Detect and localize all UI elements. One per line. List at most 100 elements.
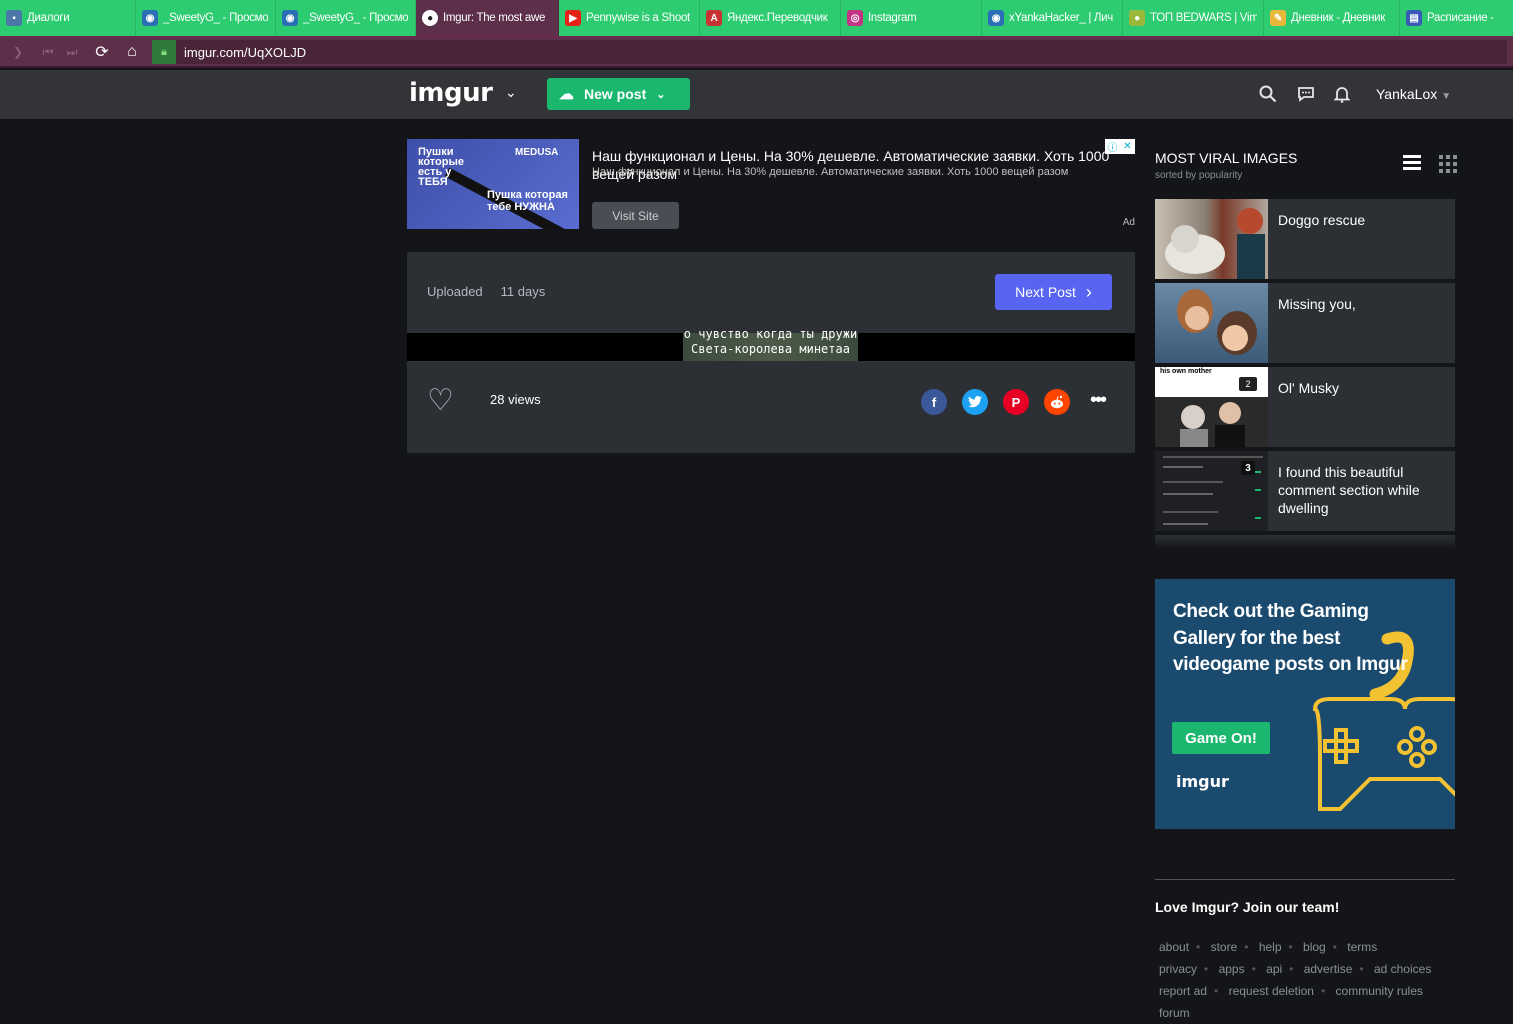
facebook-icon[interactable]: f (921, 389, 947, 415)
next-post-button[interactable]: Next Post › (995, 274, 1112, 310)
heart-icon[interactable]: ♡ (427, 383, 454, 418)
tab-diary[interactable]: ✎ Дневник - Дневник (1264, 0, 1400, 36)
post-image-area: о чувство когда ты дружи Света-королева … (407, 327, 1135, 361)
reload-icon[interactable]: ⟳ (90, 40, 114, 64)
youtube-icon: ▶ (565, 10, 581, 26)
footer-links-row: report ad • request deletion • community r… (1159, 984, 1423, 998)
image-caption: о чувство когда ты дружи (683, 327, 858, 341)
tab-imgur[interactable]: ● Imgur: The most awe (416, 0, 559, 36)
uploaded-value: 11 days (500, 284, 546, 299)
cloud-upload-icon: ☁ (559, 86, 574, 103)
footer-link-help[interactable]: help (1259, 940, 1282, 954)
tab-yankahacker[interactable]: ◉ xYankaHacker_ | Лич (982, 0, 1123, 36)
visit-site-button[interactable]: Visit Site (592, 202, 679, 229)
vk-message-icon: ▪ (6, 10, 22, 26)
footer-link-blog[interactable]: blog (1303, 940, 1326, 954)
more-options-icon[interactable]: ••• (1090, 389, 1107, 412)
footer-link-privacy[interactable]: privacy (1159, 962, 1197, 976)
viral-caption: Missing you, (1278, 296, 1356, 312)
viral-thumbnail: 3 (1155, 451, 1268, 531)
viral-item[interactable]: 3 I found this beautiful comment section… (1155, 451, 1455, 531)
info-icon[interactable]: ⓘ (1105, 139, 1120, 154)
footer-link-terms[interactable]: terms (1347, 940, 1377, 954)
footer-link-apps[interactable]: apps (1219, 962, 1245, 976)
footer-link-forum[interactable]: forum (1159, 1006, 1190, 1020)
tab-dialogs[interactable]: ▪ Диалоги (0, 0, 136, 36)
new-post-button[interactable]: ☁ New post ⌄ (547, 78, 690, 110)
viral-item[interactable]: Doggo rescue (1155, 199, 1455, 279)
tab-instagram[interactable]: ◎ Instagram (841, 0, 982, 36)
ad-subline: Наш функционал и Цены. На 30% дешевле. А… (592, 166, 1069, 178)
list-view-icon[interactable] (1403, 155, 1421, 171)
footer-link-about[interactable]: about (1159, 940, 1189, 954)
first-page-icon[interactable]: ⏮ (36, 40, 60, 64)
username-label: YankaLox (1376, 86, 1438, 102)
viral-thumbnail (1155, 199, 1268, 279)
viral-list-fade (1155, 535, 1455, 549)
tab-bedwars[interactable]: ● ТОП BEDWARS | Vim (1123, 0, 1264, 36)
uploaded-info: Uploaded 11 days (427, 284, 545, 299)
footer-link-community-rules[interactable]: community rules (1336, 984, 1423, 998)
chevron-right-icon: › (1085, 281, 1092, 302)
pinterest-icon[interactable]: P (1003, 389, 1029, 415)
sidebar-title: MOST VIRAL IMAGES (1155, 150, 1298, 166)
search-icon[interactable] (1257, 83, 1279, 105)
new-post-label: New post (584, 86, 647, 102)
album-count-badge: 3 (1241, 461, 1255, 475)
footer-link-advertise[interactable]: advertise (1304, 962, 1353, 976)
instagram-icon: ◎ (847, 10, 863, 26)
chevron-down-icon: ▼ (1441, 91, 1452, 102)
tab-title: ТОП BEDWARS | Vim (1150, 12, 1257, 24)
viral-item[interactable]: Missing you, (1155, 283, 1455, 363)
footer-link-ad-choices[interactable]: ad choices (1374, 962, 1431, 976)
owl-icon: ◉ (988, 10, 1004, 26)
imgur-header: imgur ⌄ ☁ New post ⌄ YankaLox ▼ (0, 70, 1513, 119)
tab-schedule[interactable]: ▤ Расписание - G (1400, 0, 1503, 36)
ad-label: Ad (1122, 217, 1135, 228)
tab-pennywise[interactable]: ▶ Pennywise is a Shoot (559, 0, 700, 36)
imgur-icon: ● (422, 10, 438, 26)
tab-sweetyg-2[interactable]: ◉ _SweetyG_ - Просмо (276, 0, 416, 36)
footer-link-api[interactable]: api (1266, 962, 1282, 976)
url-field[interactable]: 🔒︎ imgur.com/UqXOLJD (152, 40, 1507, 64)
ad-banner[interactable]: Пушки которые есть у ТЕБЯ MEDUSA Пушка к… (407, 139, 1135, 229)
reddit-icon[interactable] (1044, 389, 1070, 415)
join-team-link[interactable]: Love Imgur? Join our team! (1155, 899, 1339, 915)
back-icon[interactable]: ❯ (6, 40, 30, 64)
gaming-promo[interactable]: Check out the Gaming Gallery for the bes… (1155, 579, 1455, 829)
ad-image-text: Пушки которые есть у ТЕБЯ (418, 146, 464, 188)
footer-links: about • store • help • blog • terms privacy •… (1155, 936, 1465, 1024)
tab-title: Расписание - G (1427, 12, 1497, 24)
tab-title: _SweetyG_ - Просмо (163, 12, 269, 24)
ad-image-brand: MEDUSA (515, 147, 559, 158)
tab-title: Pennywise is a Shoot (586, 12, 690, 24)
imgur-logo[interactable]: imgur (409, 78, 493, 108)
last-page-icon[interactable]: ⏭ (60, 40, 84, 64)
grid-view-icon[interactable] (1439, 155, 1457, 173)
browser-tab-strip: ▪ Диалоги ◉ _SweetyG_ - Просмо ◉ _Sweety… (0, 0, 1513, 38)
bell-icon[interactable] (1331, 83, 1353, 105)
post-image[interactable]: о чувство когда ты дружи Света-королева … (683, 327, 858, 361)
ad-choices[interactable]: ⓘ ✕ (1105, 139, 1135, 154)
home-icon[interactable]: ⌂ (120, 40, 144, 64)
tab-title: _SweetyG_ - Просмо (303, 12, 409, 24)
owl-icon: ◉ (142, 10, 158, 26)
user-menu[interactable]: YankaLox ▼ (1376, 86, 1451, 102)
chat-icon[interactable] (1295, 83, 1317, 105)
promo-headline: Check out the Gaming Gallery for the bes… (1173, 601, 1408, 675)
tab-sweetyg-1[interactable]: ◉ _SweetyG_ - Просмо (136, 0, 276, 36)
close-icon[interactable]: ✕ (1120, 139, 1135, 154)
address-bar: ❯ ⏮ ⏭ ⟳ ⌂ 🔒︎ imgur.com/UqXOLJD (0, 38, 1513, 68)
footer-link-store[interactable]: store (1211, 940, 1238, 954)
chevron-down-icon[interactable]: ⌄ (505, 84, 517, 101)
footer-link-report-ad[interactable]: report ad (1159, 984, 1207, 998)
footer-link-request-deletion[interactable]: request deletion (1229, 984, 1314, 998)
viral-item[interactable]: his own mother 2 Ol' Musky (1155, 367, 1455, 447)
twitter-icon[interactable] (962, 389, 988, 415)
game-on-button[interactable]: Game On! (1172, 722, 1270, 754)
viral-caption: Ol' Musky (1278, 380, 1340, 396)
tab-yandex-translate[interactable]: A Яндекс.Переводчик (700, 0, 841, 36)
chevron-down-icon: ⌄ (656, 88, 666, 101)
tab-title: Яндекс.Переводчик (727, 12, 828, 24)
ad-image[interactable]: Пушки которые есть у ТЕБЯ MEDUSA Пушка к… (407, 139, 579, 229)
